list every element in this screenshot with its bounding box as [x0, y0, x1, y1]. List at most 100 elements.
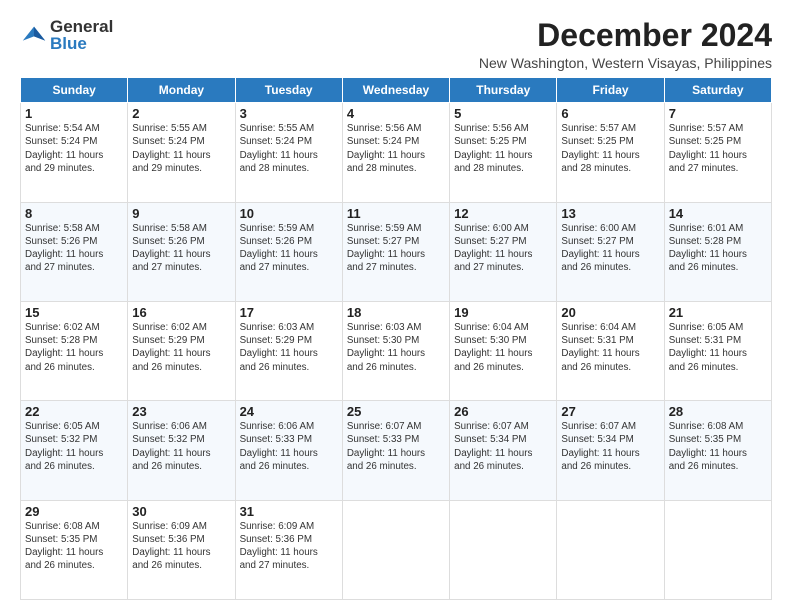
calendar-cell: 25Sunrise: 6:07 AM Sunset: 5:33 PM Dayli… — [342, 401, 449, 500]
calendar-cell: 31Sunrise: 6:09 AM Sunset: 5:36 PM Dayli… — [235, 500, 342, 599]
calendar-header: SundayMondayTuesdayWednesdayThursdayFrid… — [21, 78, 772, 103]
calendar-cell: 6Sunrise: 5:57 AM Sunset: 5:25 PM Daylig… — [557, 103, 664, 202]
day-number: 28 — [669, 404, 767, 419]
calendar-cell: 21Sunrise: 6:05 AM Sunset: 5:31 PM Dayli… — [664, 301, 771, 400]
calendar-cell: 4Sunrise: 5:56 AM Sunset: 5:24 PM Daylig… — [342, 103, 449, 202]
calendar-cell — [342, 500, 449, 599]
day-info: Sunrise: 6:05 AM Sunset: 5:32 PM Dayligh… — [25, 420, 123, 473]
calendar-cell: 9Sunrise: 5:58 AM Sunset: 5:26 PM Daylig… — [128, 202, 235, 301]
calendar-cell: 22Sunrise: 6:05 AM Sunset: 5:32 PM Dayli… — [21, 401, 128, 500]
day-number: 2 — [132, 106, 230, 121]
day-info: Sunrise: 6:06 AM Sunset: 5:32 PM Dayligh… — [132, 420, 230, 473]
day-number: 23 — [132, 404, 230, 419]
calendar-cell: 16Sunrise: 6:02 AM Sunset: 5:29 PM Dayli… — [128, 301, 235, 400]
day-info: Sunrise: 6:07 AM Sunset: 5:34 PM Dayligh… — [561, 420, 659, 473]
day-number: 1 — [25, 106, 123, 121]
calendar-body: 1Sunrise: 5:54 AM Sunset: 5:24 PM Daylig… — [21, 103, 772, 600]
weekday-header-wednesday: Wednesday — [342, 78, 449, 103]
calendar-cell: 8Sunrise: 5:58 AM Sunset: 5:26 PM Daylig… — [21, 202, 128, 301]
day-number: 18 — [347, 305, 445, 320]
logo-general-text: General — [50, 18, 113, 35]
title-block: December 2024 New Washington, Western Vi… — [479, 18, 772, 71]
logo-text: General Blue — [50, 18, 113, 52]
calendar-cell: 15Sunrise: 6:02 AM Sunset: 5:28 PM Dayli… — [21, 301, 128, 400]
day-number: 22 — [25, 404, 123, 419]
calendar-week-2: 8Sunrise: 5:58 AM Sunset: 5:26 PM Daylig… — [21, 202, 772, 301]
day-info: Sunrise: 5:58 AM Sunset: 5:26 PM Dayligh… — [25, 222, 123, 275]
day-info: Sunrise: 6:00 AM Sunset: 5:27 PM Dayligh… — [561, 222, 659, 275]
day-info: Sunrise: 6:03 AM Sunset: 5:29 PM Dayligh… — [240, 321, 338, 374]
day-number: 9 — [132, 206, 230, 221]
calendar-cell: 20Sunrise: 6:04 AM Sunset: 5:31 PM Dayli… — [557, 301, 664, 400]
calendar-cell: 7Sunrise: 5:57 AM Sunset: 5:25 PM Daylig… — [664, 103, 771, 202]
day-number: 5 — [454, 106, 552, 121]
day-info: Sunrise: 6:09 AM Sunset: 5:36 PM Dayligh… — [132, 520, 230, 573]
calendar-table: SundayMondayTuesdayWednesdayThursdayFrid… — [20, 77, 772, 600]
day-number: 25 — [347, 404, 445, 419]
weekday-header-tuesday: Tuesday — [235, 78, 342, 103]
header: General Blue December 2024 New Washingto… — [20, 18, 772, 71]
calendar-cell: 3Sunrise: 5:55 AM Sunset: 5:24 PM Daylig… — [235, 103, 342, 202]
day-number: 14 — [669, 206, 767, 221]
weekday-header-monday: Monday — [128, 78, 235, 103]
calendar-cell: 11Sunrise: 5:59 AM Sunset: 5:27 PM Dayli… — [342, 202, 449, 301]
weekday-header-friday: Friday — [557, 78, 664, 103]
day-info: Sunrise: 5:59 AM Sunset: 5:26 PM Dayligh… — [240, 222, 338, 275]
calendar-cell: 18Sunrise: 6:03 AM Sunset: 5:30 PM Dayli… — [342, 301, 449, 400]
calendar-cell: 17Sunrise: 6:03 AM Sunset: 5:29 PM Dayli… — [235, 301, 342, 400]
day-info: Sunrise: 5:55 AM Sunset: 5:24 PM Dayligh… — [240, 122, 338, 175]
day-info: Sunrise: 6:03 AM Sunset: 5:30 PM Dayligh… — [347, 321, 445, 374]
subtitle: New Washington, Western Visayas, Philipp… — [479, 55, 772, 71]
weekday-header-saturday: Saturday — [664, 78, 771, 103]
calendar-cell: 1Sunrise: 5:54 AM Sunset: 5:24 PM Daylig… — [21, 103, 128, 202]
calendar-cell — [557, 500, 664, 599]
calendar-cell: 26Sunrise: 6:07 AM Sunset: 5:34 PM Dayli… — [450, 401, 557, 500]
day-number: 15 — [25, 305, 123, 320]
day-info: Sunrise: 5:57 AM Sunset: 5:25 PM Dayligh… — [561, 122, 659, 175]
calendar-cell — [450, 500, 557, 599]
calendar-cell: 14Sunrise: 6:01 AM Sunset: 5:28 PM Dayli… — [664, 202, 771, 301]
day-number: 10 — [240, 206, 338, 221]
day-info: Sunrise: 6:08 AM Sunset: 5:35 PM Dayligh… — [669, 420, 767, 473]
day-info: Sunrise: 6:06 AM Sunset: 5:33 PM Dayligh… — [240, 420, 338, 473]
day-number: 17 — [240, 305, 338, 320]
day-number: 12 — [454, 206, 552, 221]
day-number: 30 — [132, 504, 230, 519]
page: General Blue December 2024 New Washingto… — [0, 0, 792, 612]
calendar-cell: 27Sunrise: 6:07 AM Sunset: 5:34 PM Dayli… — [557, 401, 664, 500]
calendar-cell: 2Sunrise: 5:55 AM Sunset: 5:24 PM Daylig… — [128, 103, 235, 202]
day-info: Sunrise: 6:04 AM Sunset: 5:30 PM Dayligh… — [454, 321, 552, 374]
day-info: Sunrise: 6:07 AM Sunset: 5:33 PM Dayligh… — [347, 420, 445, 473]
calendar-week-4: 22Sunrise: 6:05 AM Sunset: 5:32 PM Dayli… — [21, 401, 772, 500]
day-info: Sunrise: 6:04 AM Sunset: 5:31 PM Dayligh… — [561, 321, 659, 374]
day-info: Sunrise: 5:56 AM Sunset: 5:24 PM Dayligh… — [347, 122, 445, 175]
day-info: Sunrise: 5:54 AM Sunset: 5:24 PM Dayligh… — [25, 122, 123, 175]
day-number: 19 — [454, 305, 552, 320]
calendar-cell: 13Sunrise: 6:00 AM Sunset: 5:27 PM Dayli… — [557, 202, 664, 301]
calendar-cell: 23Sunrise: 6:06 AM Sunset: 5:32 PM Dayli… — [128, 401, 235, 500]
calendar-cell — [664, 500, 771, 599]
calendar-cell: 19Sunrise: 6:04 AM Sunset: 5:30 PM Dayli… — [450, 301, 557, 400]
weekday-header-thursday: Thursday — [450, 78, 557, 103]
calendar-cell: 30Sunrise: 6:09 AM Sunset: 5:36 PM Dayli… — [128, 500, 235, 599]
day-number: 4 — [347, 106, 445, 121]
day-info: Sunrise: 6:07 AM Sunset: 5:34 PM Dayligh… — [454, 420, 552, 473]
day-info: Sunrise: 6:09 AM Sunset: 5:36 PM Dayligh… — [240, 520, 338, 573]
day-info: Sunrise: 6:02 AM Sunset: 5:29 PM Dayligh… — [132, 321, 230, 374]
day-number: 21 — [669, 305, 767, 320]
calendar-week-3: 15Sunrise: 6:02 AM Sunset: 5:28 PM Dayli… — [21, 301, 772, 400]
day-number: 8 — [25, 206, 123, 221]
calendar-cell: 10Sunrise: 5:59 AM Sunset: 5:26 PM Dayli… — [235, 202, 342, 301]
day-number: 20 — [561, 305, 659, 320]
day-number: 24 — [240, 404, 338, 419]
day-number: 26 — [454, 404, 552, 419]
day-info: Sunrise: 6:05 AM Sunset: 5:31 PM Dayligh… — [669, 321, 767, 374]
logo: General Blue — [20, 18, 113, 52]
calendar-week-5: 29Sunrise: 6:08 AM Sunset: 5:35 PM Dayli… — [21, 500, 772, 599]
day-number: 29 — [25, 504, 123, 519]
day-number: 7 — [669, 106, 767, 121]
day-info: Sunrise: 5:59 AM Sunset: 5:27 PM Dayligh… — [347, 222, 445, 275]
day-number: 13 — [561, 206, 659, 221]
calendar-cell: 29Sunrise: 6:08 AM Sunset: 5:35 PM Dayli… — [21, 500, 128, 599]
day-info: Sunrise: 5:58 AM Sunset: 5:26 PM Dayligh… — [132, 222, 230, 275]
